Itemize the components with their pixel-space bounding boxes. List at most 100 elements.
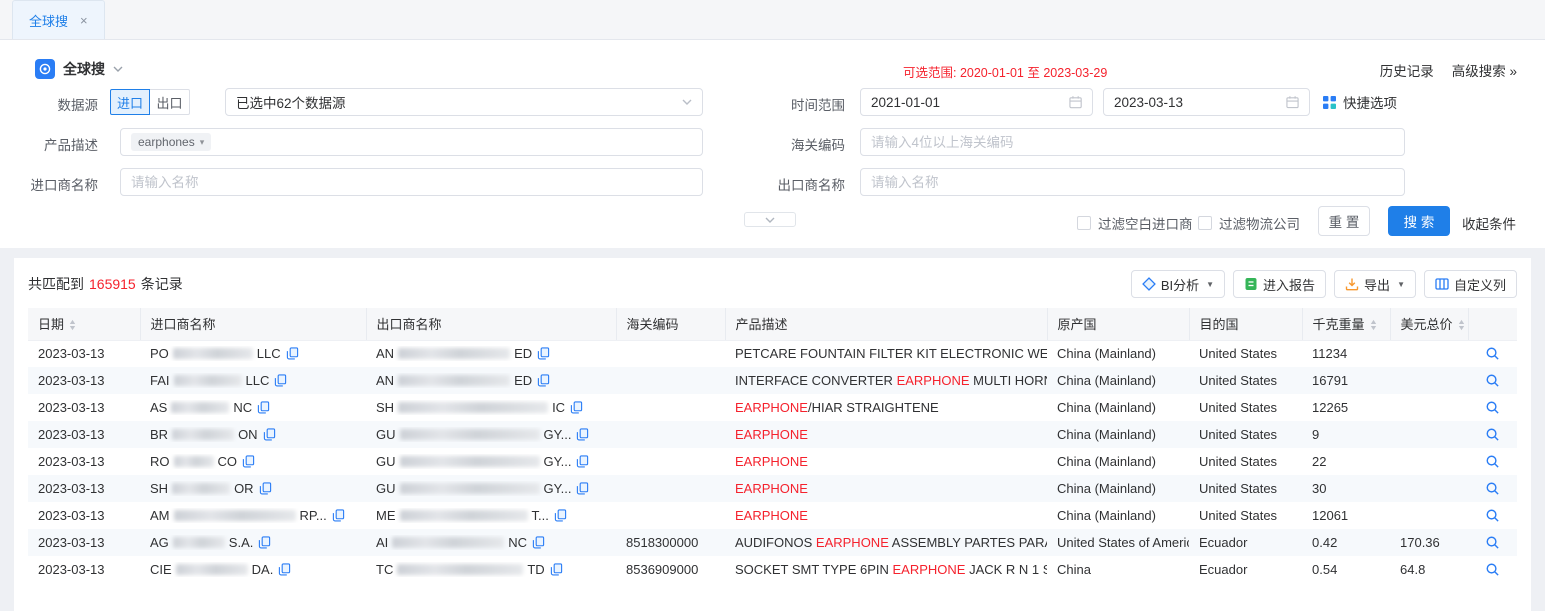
column-header[interactable]: 美元总价▲▼ [1390, 308, 1468, 340]
table-row[interactable]: 2023-03-13POLLCANEDPETCARE FOUNTAIN FILT… [28, 340, 1517, 367]
quick-options-button[interactable]: 快捷选项 [1322, 92, 1397, 112]
importer-name-field[interactable] [120, 168, 703, 196]
filter-logistics-checkbox[interactable]: 过滤物流公司 [1198, 213, 1300, 233]
advanced-search-link[interactable]: 高级搜索 » [1452, 60, 1517, 80]
importer-name-input[interactable] [131, 175, 692, 190]
copy-icon[interactable] [576, 428, 589, 441]
sort-icon[interactable]: ▲▼ [1458, 320, 1465, 332]
copy-icon[interactable] [332, 509, 345, 522]
tab-close-icon[interactable]: × [80, 13, 88, 28]
column-header: 出口商名称 [366, 308, 616, 340]
table-row[interactable]: 2023-03-13ASNCSHICEARPHONE/HIAR STRAIGHT… [28, 394, 1517, 421]
copy-icon[interactable] [242, 455, 255, 468]
checkbox-box[interactable] [1077, 216, 1091, 230]
reset-button[interactable]: 重 置 [1318, 206, 1370, 236]
row-detail-search-icon[interactable] [1478, 481, 1507, 496]
cell-date: 2023-03-13 [28, 448, 140, 475]
history-link[interactable]: 历史记录 [1380, 60, 1434, 80]
cell-usd-value: 64.8 [1390, 556, 1468, 583]
filter-blank-importer-checkbox[interactable]: 过滤空白进口商 [1077, 213, 1193, 233]
cell-usd-value [1390, 421, 1468, 448]
cell-actions [1468, 340, 1517, 367]
sort-icon[interactable]: ▲▼ [1370, 320, 1377, 332]
copy-icon[interactable] [274, 374, 287, 387]
date-to-input[interactable] [1114, 95, 1286, 110]
copy-icon[interactable] [537, 374, 550, 387]
exporter-name-input[interactable] [871, 175, 1394, 190]
copy-icon[interactable] [576, 455, 589, 468]
cell-origin-country: China (Mainland) [1047, 448, 1189, 475]
row-detail-search-icon[interactable] [1478, 400, 1507, 415]
table-row[interactable]: 2023-03-13BRONGUGY...EARPHONEChina (Main… [28, 421, 1517, 448]
customize-columns-button[interactable]: 自定义列 [1424, 270, 1517, 298]
row-detail-search-icon[interactable] [1478, 346, 1507, 361]
copy-icon[interactable] [537, 347, 550, 360]
table-row[interactable]: 2023-03-13AMRP...MET...EARPHONEChina (Ma… [28, 502, 1517, 529]
copy-icon[interactable] [259, 482, 272, 495]
cell-importer: AMRP... [140, 502, 366, 529]
checkbox-box[interactable] [1198, 216, 1212, 230]
row-detail-search-icon[interactable] [1478, 535, 1507, 550]
cell-usd-value: 170.36 [1390, 529, 1468, 556]
table-row[interactable]: 2023-03-13CIEDA.TCTD8536909000SOCKET SMT… [28, 556, 1517, 583]
row-detail-search-icon[interactable] [1478, 427, 1507, 442]
hs-code-field[interactable] [860, 128, 1405, 156]
cell-importer: ROCO [140, 448, 366, 475]
table-row[interactable]: 2023-03-13ROCOGUGY...EARPHONEChina (Main… [28, 448, 1517, 475]
copy-icon[interactable] [550, 563, 563, 576]
cell-description: EARPHONE [725, 502, 1047, 529]
datasource-label: 数据源 [0, 94, 98, 114]
redacted-name-blur [171, 402, 229, 413]
table-row[interactable]: 2023-03-13AGS.A.AINC8518300000AUDIFONOS … [28, 529, 1517, 556]
date-from-field[interactable] [860, 88, 1093, 116]
table-row[interactable]: 2023-03-13SHORGUGY...EARPHONEChina (Main… [28, 475, 1517, 502]
cell-destination-country: United States [1189, 448, 1302, 475]
redacted-name-blur [400, 483, 540, 494]
bi-analysis-button[interactable]: BI分析 ▼ [1131, 270, 1225, 298]
copy-icon[interactable] [570, 401, 583, 414]
date-from-input[interactable] [871, 95, 1069, 110]
matched-suffix: 条记录 [141, 274, 183, 294]
datasource-select[interactable]: 已选中62个数据源 [225, 88, 703, 116]
copy-icon[interactable] [263, 428, 276, 441]
copy-icon[interactable] [576, 482, 589, 495]
table-row[interactable]: 2023-03-13FAILLCANEDINTERFACE CONVERTER … [28, 367, 1517, 394]
hs-code-input[interactable] [871, 135, 1394, 150]
column-header[interactable]: 日期▲▼ [28, 308, 140, 340]
copy-icon[interactable] [554, 509, 567, 522]
row-detail-search-icon[interactable] [1478, 454, 1507, 469]
enter-report-button[interactable]: 进入报告 [1233, 270, 1326, 298]
date-to-field[interactable] [1103, 88, 1310, 116]
datasource-selected-value: 已选中62个数据源 [236, 92, 346, 112]
cell-usd-value [1390, 502, 1468, 529]
export-button[interactable]: 导出 ▼ [1334, 270, 1416, 298]
tab-global-search[interactable]: 全球搜 × [12, 0, 105, 39]
cell-hs-code [616, 394, 725, 421]
cell-origin-country: China (Mainland) [1047, 394, 1189, 421]
copy-icon[interactable] [258, 536, 271, 549]
calendar-icon[interactable] [1069, 95, 1082, 109]
product-description-field[interactable]: earphones ▾ [120, 128, 703, 156]
calendar-icon[interactable] [1286, 95, 1299, 109]
expand-more-conditions-button[interactable] [744, 212, 796, 227]
copy-icon[interactable] [532, 536, 545, 549]
row-detail-search-icon[interactable] [1478, 373, 1507, 388]
results-toolbar: BI分析 ▼ 进入报告 导出 ▼ 自定义列 [1131, 270, 1517, 298]
collapse-conditions-link[interactable]: 收起条件 [1462, 213, 1516, 233]
import-toggle-button[interactable]: 进口 [110, 89, 150, 115]
module-title[interactable]: 全球搜 [35, 59, 123, 79]
cell-description: SOCKET SMT TYPE 6PIN EARPHONE JACK R N 1… [725, 556, 1047, 583]
cell-actions [1468, 556, 1517, 583]
column-header[interactable]: 千克重量▲▼ [1302, 308, 1390, 340]
product-keyword-tag[interactable]: earphones ▾ [131, 133, 211, 151]
row-detail-search-icon[interactable] [1478, 508, 1507, 523]
table-head-row: 日期▲▼进口商名称出口商名称海关编码产品描述原产国目的国千克重量▲▼美元总价▲▼ [28, 308, 1517, 340]
row-detail-search-icon[interactable] [1478, 562, 1507, 577]
search-button[interactable]: 搜 索 [1388, 206, 1450, 236]
export-toggle-button[interactable]: 出口 [150, 89, 190, 115]
copy-icon[interactable] [278, 563, 291, 576]
sort-icon[interactable]: ▲▼ [69, 320, 76, 332]
copy-icon[interactable] [257, 401, 270, 414]
copy-icon[interactable] [286, 347, 299, 360]
exporter-name-field[interactable] [860, 168, 1405, 196]
